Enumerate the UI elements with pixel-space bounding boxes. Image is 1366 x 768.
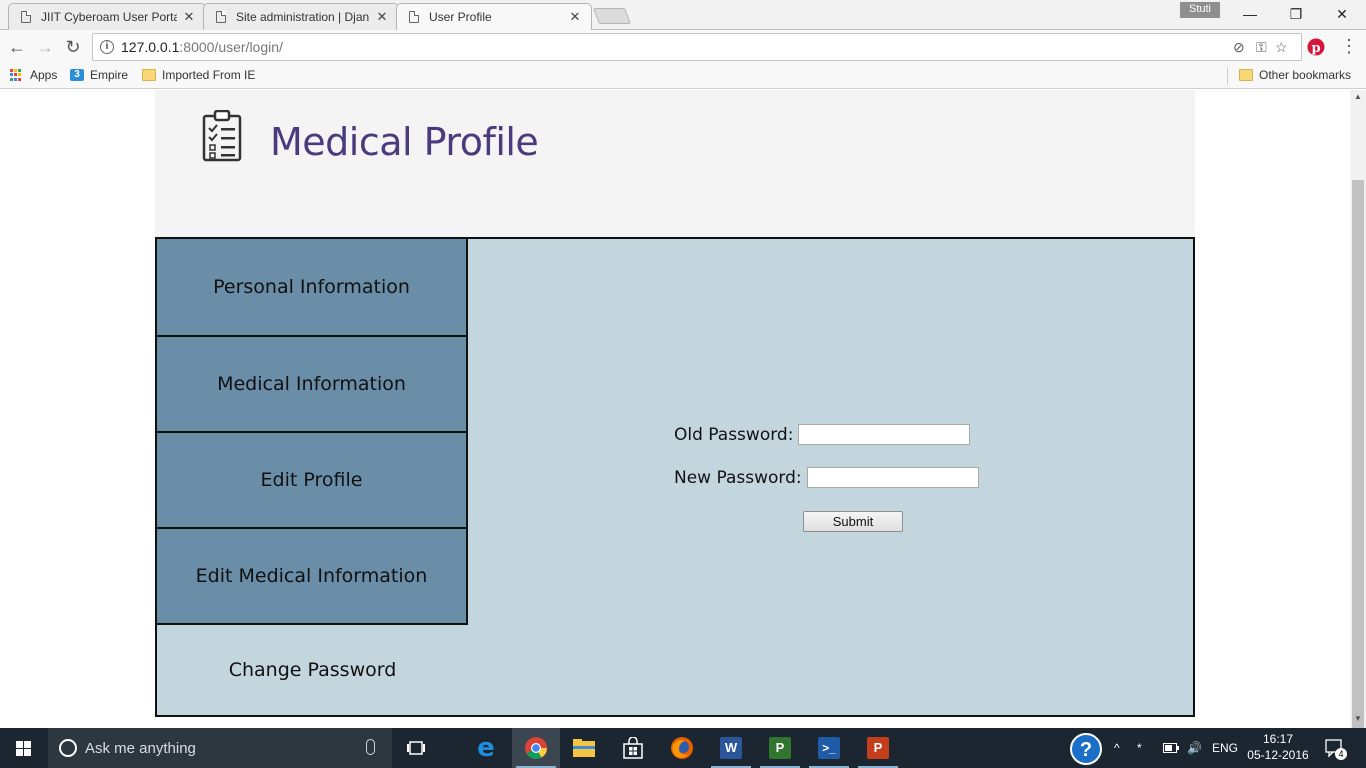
apps-grid-icon bbox=[10, 68, 24, 82]
profile-name-badge[interactable]: Stuti bbox=[1180, 2, 1220, 18]
action-center-icon[interactable]: 4 bbox=[1325, 728, 1347, 768]
address-url[interactable]: 127.0.0.1:8000/user/login/ bbox=[121, 39, 283, 55]
pinterest-icon[interactable]: p bbox=[1307, 38, 1325, 56]
bookmark-label: Other bookmarks bbox=[1259, 68, 1352, 82]
store-icon[interactable] bbox=[609, 728, 657, 768]
bookmarks-divider bbox=[1227, 67, 1228, 85]
cortana-icon bbox=[59, 739, 77, 757]
profile-content-panel: Personal Information Medical Information… bbox=[155, 237, 1195, 717]
page-icon bbox=[21, 11, 31, 23]
page-icon bbox=[216, 11, 226, 23]
battery-icon[interactable] bbox=[1163, 728, 1179, 768]
old-password-input[interactable] bbox=[798, 424, 971, 445]
microphone-icon[interactable] bbox=[366, 739, 375, 755]
clock-time: 16:17 bbox=[1262, 732, 1294, 746]
bookmarks-bar: Apps 3 Empire Imported From IE Other boo… bbox=[0, 64, 1366, 89]
new-password-row: New Password: bbox=[674, 467, 979, 488]
tab-jiit-cyberoam[interactable]: JIIT Cyberoam User Porta ✕ bbox=[8, 3, 206, 30]
sidebar-item-edit-medical-information[interactable]: Edit Medical Information bbox=[157, 529, 468, 625]
page-header: Medical Profile bbox=[155, 90, 1195, 238]
new-tab-button[interactable] bbox=[593, 8, 631, 24]
restore-icon[interactable]: ❐ bbox=[1273, 0, 1319, 28]
sidebar-item-medical-information[interactable]: Medical Information bbox=[157, 337, 468, 433]
new-password-input[interactable] bbox=[806, 467, 979, 488]
minimize-icon[interactable]: — bbox=[1227, 0, 1273, 28]
file-explorer-icon[interactable] bbox=[560, 728, 608, 768]
powerpoint-icon[interactable]: P bbox=[854, 728, 902, 768]
folder-icon bbox=[142, 69, 156, 81]
tab-site-administration[interactable]: Site administration | Djan ✕ bbox=[203, 3, 399, 30]
bookmark-label: Empire bbox=[90, 68, 129, 82]
address-bar[interactable]: i 127.0.0.1:8000/user/login/ ⊘ ⚿ ☆ bbox=[92, 33, 1302, 61]
page-scrollbar[interactable]: ▲ ▼ bbox=[1350, 90, 1366, 762]
help-icon[interactable]: ? bbox=[1070, 733, 1102, 765]
tab-user-profile[interactable]: User Profile ✕ bbox=[396, 3, 592, 30]
cortana-search-box[interactable]: Ask me anything bbox=[48, 728, 392, 768]
sidebar-item-personal-information[interactable]: Personal Information bbox=[157, 239, 468, 337]
powershell-icon[interactable]: >_ bbox=[805, 728, 853, 768]
sidebar-item-change-password[interactable]: Change Password bbox=[157, 625, 468, 715]
close-tab-icon[interactable]: ✕ bbox=[183, 9, 195, 25]
old-password-row: Old Password: bbox=[674, 424, 971, 445]
close-tab-icon[interactable]: ✕ bbox=[569, 9, 581, 25]
close-tab-icon[interactable]: ✕ bbox=[376, 9, 388, 25]
bookmark-label: Apps bbox=[30, 68, 58, 82]
site-info-icon[interactable]: i bbox=[100, 40, 114, 54]
start-button[interactable] bbox=[0, 728, 48, 768]
wifi-icon[interactable]: * bbox=[1137, 728, 1142, 768]
page-viewport: Medical Profile Personal Information Med… bbox=[0, 90, 1350, 728]
svg-text:?: ? bbox=[1080, 739, 1092, 761]
bookmark-apps[interactable]: Apps bbox=[10, 68, 57, 82]
search-placeholder: Ask me anything bbox=[85, 740, 196, 757]
clipboard-checklist-icon bbox=[202, 110, 242, 162]
clock-date: 05-12-2016 bbox=[1247, 748, 1309, 762]
browser-toolbar: ← → ↻ i 127.0.0.1:8000/user/login/ ⊘ ⚿ ☆… bbox=[0, 30, 1366, 64]
browser-tab-strip: JIIT Cyberoam User Porta ✕ Site administ… bbox=[0, 0, 1366, 30]
scroll-down-icon[interactable]: ▼ bbox=[1350, 712, 1366, 726]
scrollbar-thumb[interactable] bbox=[1352, 180, 1364, 762]
folder-icon bbox=[1239, 69, 1253, 81]
svg-text:p: p bbox=[1311, 41, 1320, 56]
submit-button[interactable]: Submit bbox=[803, 511, 903, 532]
bookmark-label: Imported From IE bbox=[162, 68, 256, 82]
back-icon[interactable]: ← bbox=[5, 35, 29, 59]
page-icon bbox=[409, 11, 419, 23]
edge-icon[interactable]: e bbox=[462, 728, 510, 768]
word-icon[interactable]: W bbox=[707, 728, 755, 768]
close-window-icon[interactable]: ✕ bbox=[1319, 0, 1365, 28]
scroll-up-icon[interactable]: ▲ bbox=[1350, 90, 1366, 104]
system-clock[interactable]: 16:17 05-12-2016 bbox=[1246, 731, 1310, 763]
windows-logo-icon bbox=[16, 741, 32, 756]
project-icon[interactable]: P bbox=[756, 728, 804, 768]
chrome-menu-icon[interactable]: ⋮ bbox=[1340, 35, 1358, 57]
chrome-icon[interactable] bbox=[512, 728, 560, 768]
firefox-icon[interactable] bbox=[658, 728, 706, 768]
notification-count-badge: 4 bbox=[1335, 748, 1347, 760]
reload-icon[interactable]: ↻ bbox=[61, 35, 85, 59]
old-password-label: Old Password: bbox=[674, 424, 794, 445]
bookmark-empire[interactable]: 3 Empire bbox=[70, 68, 128, 82]
bookmark-star-icon[interactable]: ☆ bbox=[1275, 39, 1288, 56]
volume-icon[interactable]: 🔊 bbox=[1187, 728, 1202, 768]
page-title: Medical Profile bbox=[270, 120, 539, 164]
show-hidden-icons-icon[interactable]: ^ bbox=[1114, 728, 1120, 768]
key-icon[interactable]: ⚿ bbox=[1256, 39, 1267, 56]
forward-icon[interactable]: → bbox=[33, 35, 57, 59]
tab-title: Site administration | Djan bbox=[236, 10, 370, 24]
new-password-label: New Password: bbox=[674, 467, 802, 488]
empire-icon: 3 bbox=[70, 69, 84, 81]
bookmark-other-bookmarks[interactable]: Other bookmarks bbox=[1239, 68, 1351, 82]
task-view-icon[interactable] bbox=[392, 728, 440, 768]
bookmark-imported-from-ie[interactable]: Imported From IE bbox=[142, 68, 255, 82]
tab-title: JIIT Cyberoam User Porta bbox=[41, 10, 177, 24]
blocked-content-icon[interactable]: ⊘ bbox=[1233, 39, 1245, 56]
windows-taskbar: Ask me anything e W P >_ P ? ^ * 🔊 ENG 1… bbox=[0, 728, 1366, 768]
tab-title: User Profile bbox=[429, 10, 492, 24]
language-indicator[interactable]: ENG bbox=[1212, 728, 1238, 768]
sidebar-item-edit-profile[interactable]: Edit Profile bbox=[157, 433, 468, 529]
